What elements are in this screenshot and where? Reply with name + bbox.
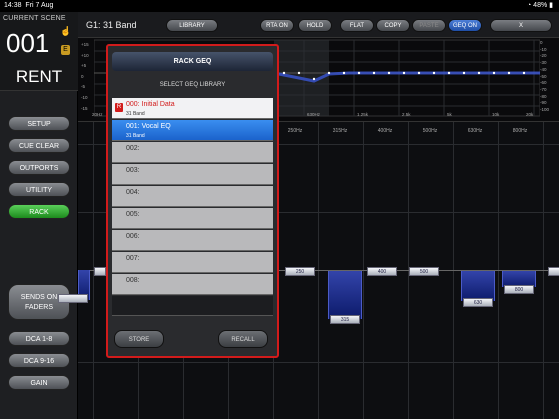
setup-button[interactable]: SETUP [8,116,70,131]
library-item-name: 008: [126,277,140,284]
freq-label: 10k [492,112,500,117]
fader-handle[interactable] [94,267,106,276]
library-item-type: 31 Band [126,133,145,139]
scale-tick: -40 [540,66,547,72]
scale-tick: -100 [540,107,550,113]
library-item-004[interactable]: 004: [112,186,273,207]
fader-handle-250[interactable]: 250 [285,267,315,276]
outports-button[interactable]: OUTPORTS [8,160,70,175]
scale-tick: -70 [540,86,547,92]
rack-button[interactable]: RACK [8,204,70,219]
library-item-name: 005: [126,211,140,218]
freq-label: 1.25k [357,112,369,117]
library-item-001[interactable]: 001: Vocal EQ 31 Band [112,120,273,141]
fader-handle-315[interactable]: 315 [330,315,360,324]
dca-9-16-button[interactable]: DCA 9-16 [8,353,70,368]
library-item-005[interactable]: 005: [112,208,273,229]
band-label: 630Hz [467,128,483,134]
rta-on-button[interactable]: RTA ON [260,19,294,32]
status-bar: 14:38 Fri 7 Aug ◔ 48% ▮ [0,0,559,12]
cue-clear-button[interactable]: CUE CLEAR [8,138,70,153]
geq-on-button[interactable]: GEQ ON [448,19,482,32]
close-button[interactable]: X [490,19,552,32]
battery-icon: ▮ [549,2,553,9]
library-item-type: 31 Band [126,111,145,117]
geq-title: G1: 31 Band [86,20,137,30]
freq-label: 5k [447,112,452,117]
scale-tick: -30 [540,60,547,66]
store-button[interactable]: STORE [114,330,164,348]
library-item-name: 001: Vocal EQ [126,123,171,130]
fader-handle[interactable] [58,294,88,303]
library-item-name: 003: [126,167,140,174]
library-item-002[interactable]: 002: [112,142,273,163]
wifi-icon: ◔ [526,2,532,9]
scale-tick: +5 [81,63,87,69]
scale-tick: 0 [81,73,84,79]
freq-label: 630Hz [307,112,321,117]
scale-tick: 0 [540,40,543,45]
graph-left-scale: +15 +10 +5 0 -5 -10 -15 [81,40,95,116]
graph-right-scale: 0 -10 -20 -30 -40 -50 -60 -70 -80 -90 -1… [540,40,558,112]
scale-tick: -60 [540,80,547,86]
library-item-007[interactable]: 007: [112,252,273,273]
scale-tick: -50 [540,73,547,79]
recall-button[interactable]: RECALL [218,330,268,348]
library-item-name: 004: [126,189,140,196]
freq-label: 2.5k [402,112,411,117]
hold-button[interactable]: HOLD [298,19,332,32]
fader-bar-315 [328,271,362,319]
library-item-000[interactable]: R 000: Initial Data 31 Band [112,98,273,119]
scene-number: 001 [6,28,50,58]
scale-tick: -80 [540,93,547,99]
dialog-title: RACK GEQ [112,52,273,71]
library-item-name: 007: [126,255,140,262]
scale-tick: -10 [540,46,547,52]
fader-handle-500[interactable]: 500 [409,267,439,276]
fader-handle-800[interactable]: 800 [504,285,534,294]
fader-handle[interactable] [548,267,559,276]
scale-tick: -90 [540,100,547,106]
paste-button[interactable]: PASTE [412,19,446,32]
geq-library-dialog: RACK GEQ SELECT GEQ LIBRARY R 000: Initi… [106,44,279,358]
band-label: 500Hz [422,128,438,134]
band-label: 250Hz [287,128,303,134]
touch-hand-icon: ☝ [60,26,72,36]
freq-label: 20k [526,112,534,117]
scene-name: RENT [15,67,63,86]
scale-tick: -5 [81,84,86,90]
band-label: 800Hz [512,128,528,134]
scale-tick: -20 [540,53,547,59]
library-item-008[interactable]: 008: [112,274,273,295]
scene-edit-badge: E [61,45,70,55]
freq-label: 20Hz [92,112,103,117]
scene-label: CURRENT SCENE [3,15,66,22]
dialog-subtitle: SELECT GEQ LIBRARY [159,82,226,88]
dca-1-8-button[interactable]: DCA 1-8 [8,331,70,346]
status-time-date: 14:38 Fri 7 Aug [4,2,54,9]
library-item-name: 006: [126,233,140,240]
scale-tick: +10 [81,52,89,58]
list-scroll-footer[interactable] [112,296,273,316]
library-button[interactable]: LIBRARY [166,19,218,32]
current-scene-panel[interactable]: CURRENT SCENE ☝ 001 E RENT [0,12,78,91]
copy-button[interactable]: COPY [376,19,410,32]
scale-tick: +15 [81,42,89,47]
flat-button[interactable]: FLAT [340,19,374,32]
library-item-name: 000: Initial Data [126,101,175,108]
read-only-badge: R [115,103,123,112]
fader-bar-630 [461,271,495,301]
library-item-name: 002: [126,145,140,152]
band-label: 400Hz [377,128,393,134]
top-bar: G1: 31 Band LIBRARY RTA ON HOLD FLAT COP… [78,12,559,38]
gain-button[interactable]: GAIN [8,375,70,390]
fader-handle-630[interactable]: 630 [463,298,493,307]
band-label: 315Hz [332,128,348,134]
utility-button[interactable]: UTILITY [8,182,70,197]
fader-handle-400[interactable]: 400 [367,267,397,276]
scale-tick: -10 [81,94,88,100]
status-battery: ◔ 48% ▮ [526,2,553,9]
library-item-003[interactable]: 003: [112,164,273,185]
library-item-006[interactable]: 006: [112,230,273,251]
